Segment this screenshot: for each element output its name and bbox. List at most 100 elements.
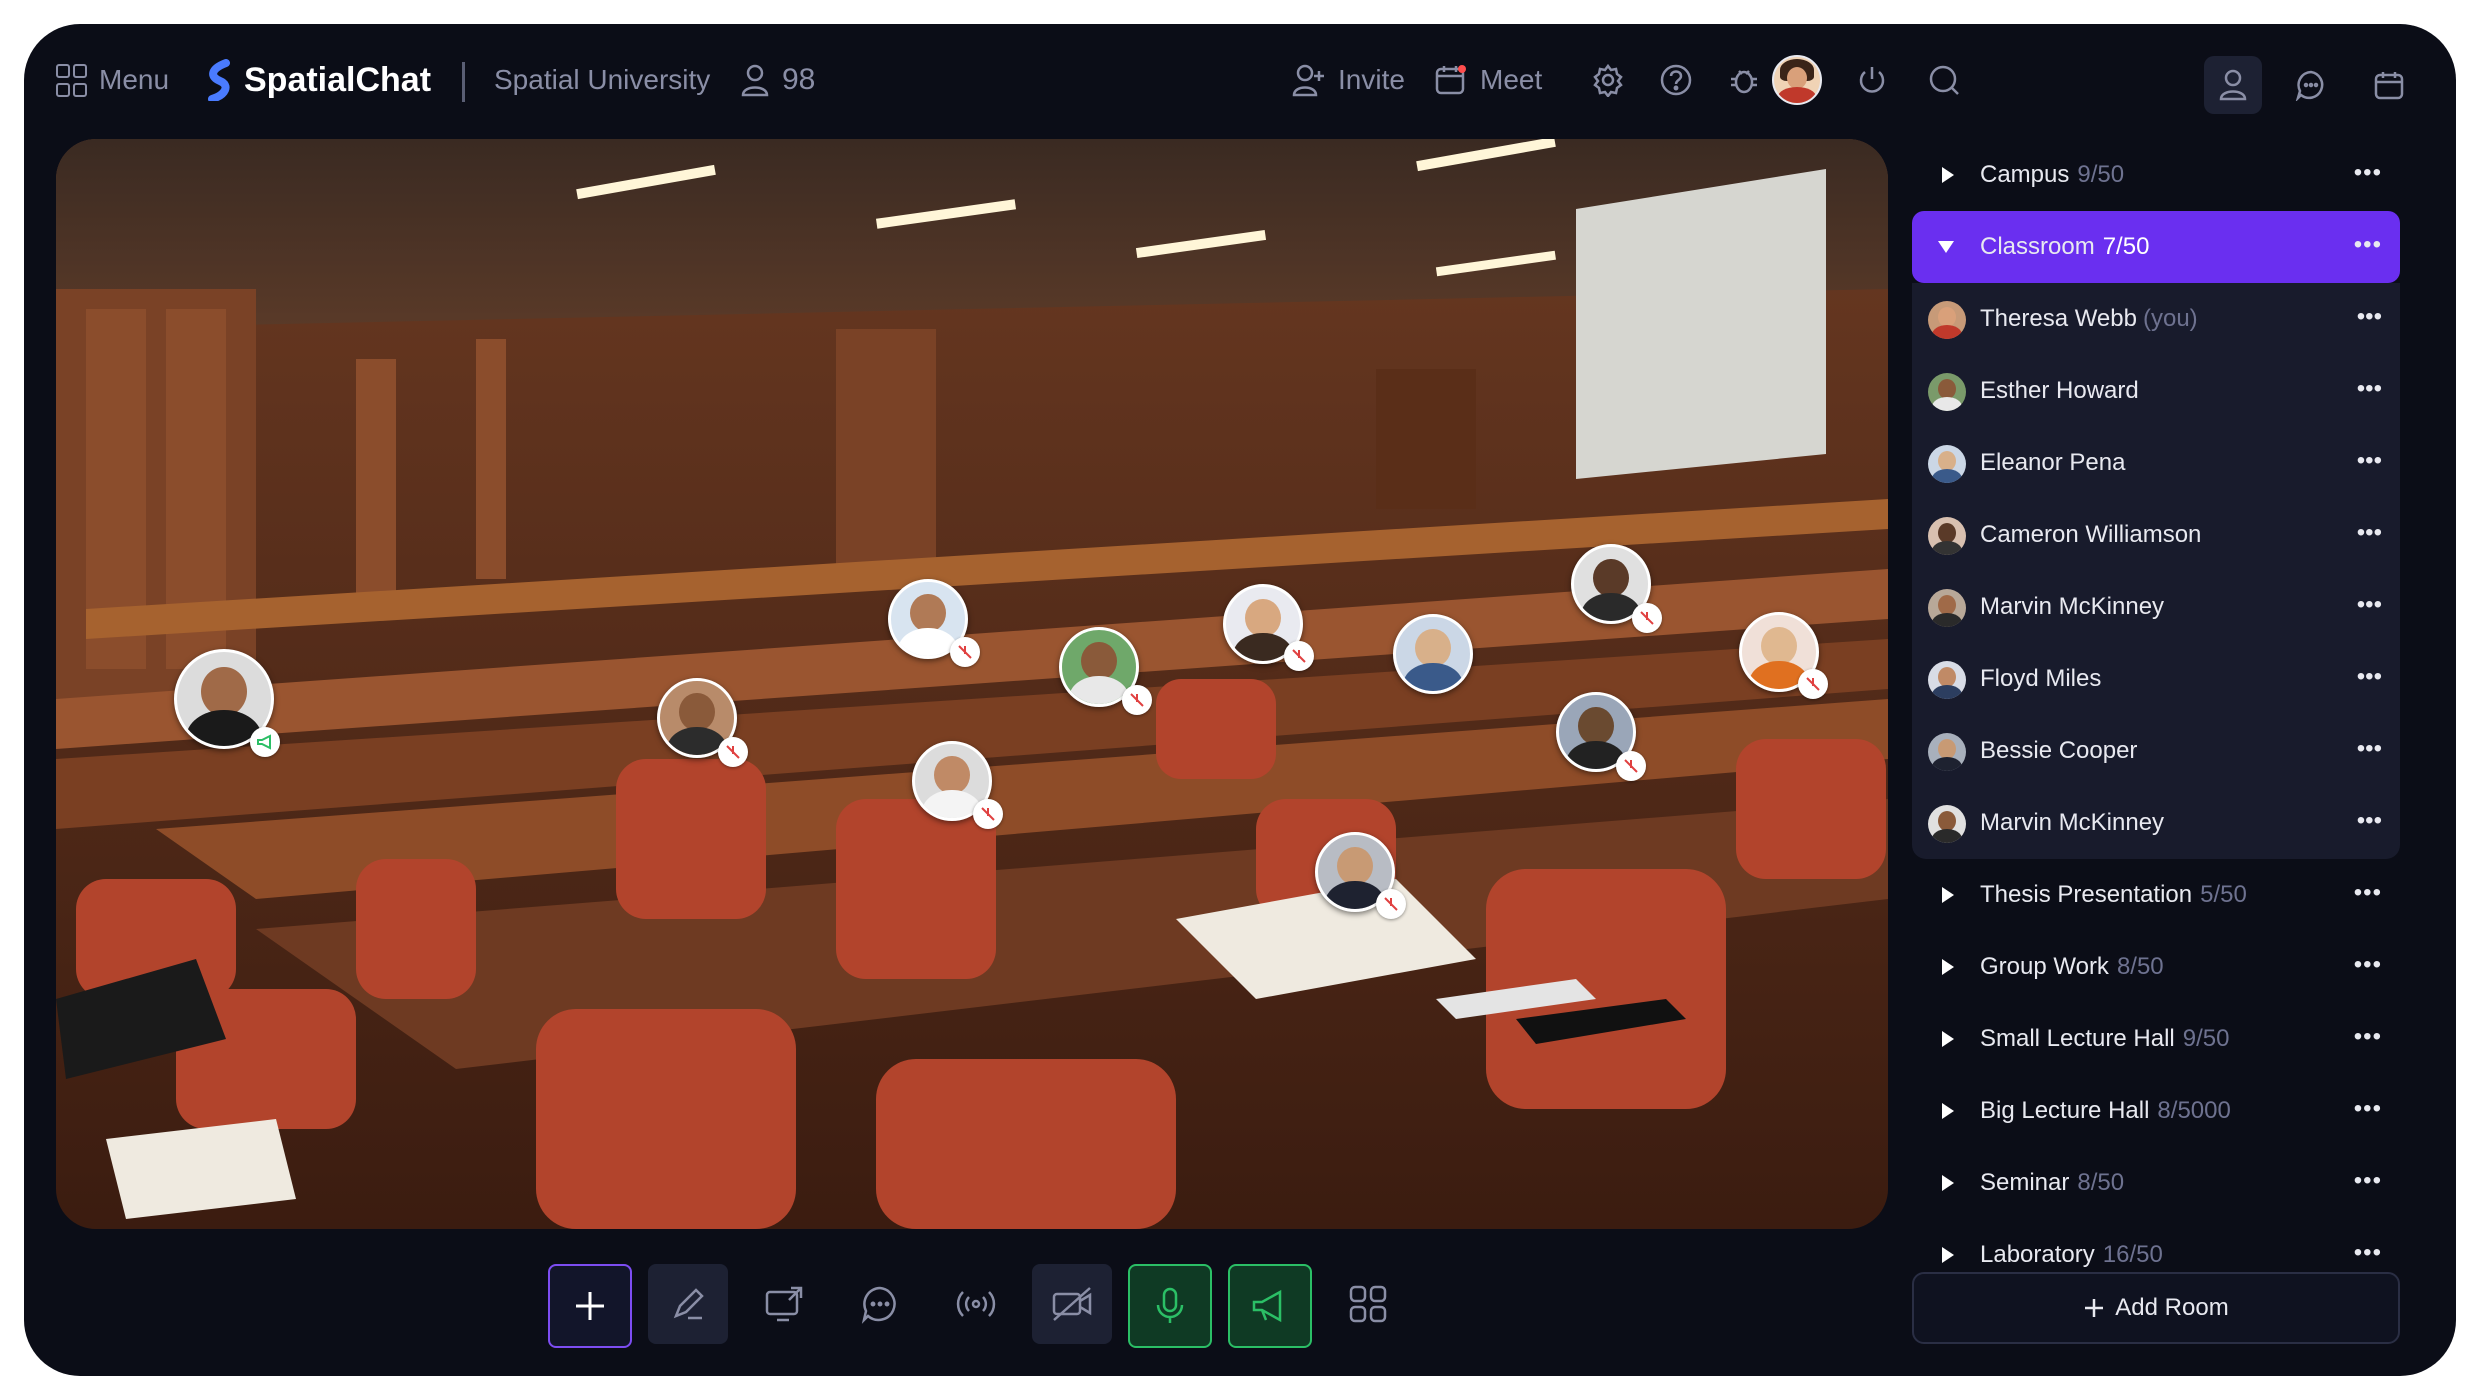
broadcast-icon	[956, 1291, 996, 1317]
chat-tab[interactable]	[2282, 56, 2340, 114]
power-icon	[1859, 67, 1885, 93]
member-item[interactable]: Cameron Williamson •••	[1912, 499, 2400, 571]
room-label: Small Lecture Hall 9/50	[1980, 1025, 2230, 1052]
menu-button[interactable]: Menu	[56, 24, 169, 136]
room-item-group-work[interactable]: Group Work 8/50 •••	[1912, 931, 2400, 1003]
avatar	[1928, 373, 1966, 411]
meet-label: Meet	[1480, 64, 1543, 95]
participant-avatar[interactable]	[1393, 614, 1473, 694]
brand-logo[interactable]: SpatialChat	[204, 24, 431, 136]
expand-arrow-icon	[1942, 1031, 1954, 1047]
leave-button[interactable]	[1848, 24, 1896, 136]
megaphone-icon	[1252, 1289, 1282, 1323]
avatar	[1928, 517, 1966, 555]
more-icon[interactable]: •••	[2357, 807, 2382, 835]
more-icon[interactable]: •••	[2354, 1023, 2382, 1051]
settings-button[interactable]	[1584, 24, 1632, 136]
room-label: Group Work 8/50	[1980, 953, 2164, 980]
room-item-campus[interactable]: Campus 9/50 •••	[1912, 139, 2400, 211]
settings-icon	[1593, 63, 1623, 97]
more-icon[interactable]: •••	[2354, 951, 2382, 979]
participants-counter[interactable]: 98	[740, 24, 815, 136]
expand-arrow-icon	[1942, 1103, 1954, 1119]
room-scene[interactable]	[56, 139, 1888, 1229]
lecture-hall-background	[56, 139, 1888, 1229]
calendar-icon	[2374, 72, 2404, 100]
member-item[interactable]: Esther Howard •••	[1912, 355, 2400, 427]
draw-button[interactable]	[648, 1264, 728, 1344]
avatar	[1928, 589, 1966, 627]
chat-bubble-icon	[2295, 70, 2324, 101]
user-avatar-button[interactable]	[1772, 24, 1822, 136]
more-icon[interactable]: •••	[2354, 1167, 2382, 1195]
more-icon[interactable]: •••	[2354, 231, 2382, 259]
calendar-icon	[1435, 65, 1466, 95]
more-icon[interactable]: •••	[2354, 879, 2382, 907]
room-item-small-lecture-hall[interactable]: Small Lecture Hall 9/50 •••	[1912, 1003, 2400, 1075]
chat-bubble-icon	[861, 1286, 896, 1324]
meet-button[interactable]: Meet	[1434, 24, 1542, 136]
bug-report-button[interactable]	[1720, 24, 1768, 136]
camera-off-button[interactable]	[1032, 1264, 1112, 1344]
menu-label: Menu	[99, 64, 170, 95]
expand-arrow-icon	[1942, 1247, 1954, 1263]
member-item[interactable]: Bessie Cooper •••	[1912, 715, 2400, 787]
apps-button[interactable]	[1328, 1264, 1408, 1344]
more-icon[interactable]: •••	[2357, 375, 2382, 403]
more-icon[interactable]: •••	[2357, 591, 2382, 619]
people-tab[interactable]	[2204, 56, 2262, 114]
room-item-classroom[interactable]: Classroom 7/50 •••	[1912, 211, 2400, 283]
member-item[interactable]: Floyd Miles •••	[1912, 643, 2400, 715]
muted-mic-icon	[1122, 685, 1152, 715]
room-item-thesis-presentation[interactable]: Thesis Presentation 5/50 •••	[1912, 859, 2400, 931]
mic-button[interactable]	[1128, 1264, 1212, 1348]
spatialchat-logo-icon	[208, 59, 230, 101]
bottom-toolbar	[548, 1264, 1408, 1348]
member-item[interactable]: Eleanor Pena •••	[1912, 427, 2400, 499]
broadcast-button[interactable]	[936, 1264, 1016, 1344]
screen-share-button[interactable]	[744, 1264, 824, 1344]
more-icon[interactable]: •••	[2354, 1239, 2382, 1267]
collapse-arrow-icon	[1938, 241, 1954, 253]
expand-arrow-icon	[1942, 167, 1954, 183]
add-person-icon	[1292, 64, 1324, 97]
member-item[interactable]: Marvin McKinney •••	[1912, 787, 2400, 859]
avatar	[1928, 445, 1966, 483]
add-room-button[interactable]: Add Room	[1912, 1272, 2400, 1344]
calendar-tab[interactable]	[2360, 56, 2418, 114]
space-name[interactable]: Spatial University	[494, 24, 710, 136]
more-icon[interactable]: •••	[2357, 663, 2382, 691]
chat-button[interactable]	[840, 1264, 920, 1344]
more-icon[interactable]: •••	[2357, 735, 2382, 763]
room-label: Laboratory 16/50	[1980, 1241, 2163, 1268]
plus-icon	[576, 1292, 604, 1320]
member-item[interactable]: Theresa Webb (you) •••	[1912, 283, 2400, 355]
room-item-seminar[interactable]: Seminar 8/50 •••	[1912, 1147, 2400, 1219]
megaphone-button[interactable]	[1228, 1264, 1312, 1348]
room-label: Seminar 8/50	[1980, 1169, 2125, 1196]
pencil-icon	[673, 1288, 704, 1320]
muted-mic-icon	[718, 737, 748, 767]
room-label: Classroom 7/50	[1980, 233, 2150, 260]
more-icon[interactable]: •••	[2357, 447, 2382, 475]
top-bar: Menu SpatialChat Spatial University 98 I…	[24, 24, 2456, 136]
muted-mic-icon	[1798, 669, 1828, 699]
plus-icon	[2085, 1299, 2104, 1317]
avatar	[1928, 301, 1966, 339]
person-icon	[741, 64, 769, 97]
sidebar-tabs	[2204, 56, 2418, 114]
more-icon[interactable]: •••	[2354, 159, 2382, 187]
search-icon	[1929, 65, 1959, 95]
search-button[interactable]	[1920, 24, 1968, 136]
add-button[interactable]	[548, 1264, 632, 1348]
more-icon[interactable]: •••	[2357, 519, 2382, 547]
more-icon[interactable]: •••	[2357, 303, 2382, 331]
muted-mic-icon	[1376, 889, 1406, 919]
invite-button[interactable]: Invite	[1292, 24, 1405, 136]
expand-arrow-icon	[1942, 1175, 1954, 1191]
rooms-sidebar: Campus 9/50 ••• Classroom 7/50 ••• Theresa…	[1912, 139, 2400, 1291]
room-item-big-lecture-hall[interactable]: Big Lecture Hall 8/5000 •••	[1912, 1075, 2400, 1147]
member-item[interactable]: Marvin McKinney •••	[1912, 571, 2400, 643]
help-button[interactable]	[1652, 24, 1700, 136]
more-icon[interactable]: •••	[2354, 1095, 2382, 1123]
